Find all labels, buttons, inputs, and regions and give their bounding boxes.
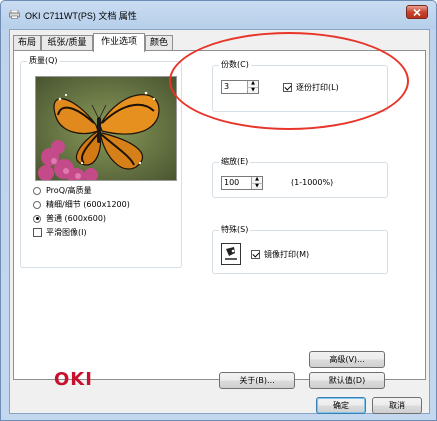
properties-dialog: OKI C711WT(PS) 文档 属性 布局 纸张/质量 作业选项 颜色 质量… bbox=[0, 0, 437, 421]
title-bar: OKI C711WT(PS) 文档 属性 bbox=[1, 1, 436, 29]
option-label: 普通 (600x600) bbox=[46, 214, 107, 223]
advanced-button[interactable]: 高级(V)... bbox=[309, 351, 385, 368]
tab-label: 纸张/质量 bbox=[47, 38, 87, 48]
smooth-image-checkbox[interactable] bbox=[33, 228, 42, 237]
quality-option-normal[interactable]: 普通 (600x600) bbox=[33, 213, 106, 224]
scale-range-label: (1-1000%) bbox=[291, 178, 334, 187]
close-icon bbox=[413, 8, 421, 16]
collate-checkbox-row[interactable]: 逐份打印(L) bbox=[283, 82, 339, 93]
ok-button[interactable]: 确定 bbox=[316, 397, 366, 414]
tab-label: 颜色 bbox=[149, 38, 168, 48]
collate-label: 逐份打印(L) bbox=[296, 83, 339, 92]
scale-group-title: 缩放(E) bbox=[219, 157, 251, 167]
oki-logo: OKI bbox=[54, 369, 93, 390]
radio-button[interactable] bbox=[33, 186, 41, 195]
radio-button-selected[interactable] bbox=[33, 214, 41, 223]
scale-stepper[interactable]: 100 ▲ ▼ bbox=[221, 176, 263, 190]
collate-checkbox[interactable] bbox=[283, 83, 292, 92]
tab-color[interactable]: 颜色 bbox=[145, 35, 173, 51]
quality-group-title: 质量(Q) bbox=[27, 56, 60, 66]
spin-down-icon[interactable]: ▼ bbox=[248, 86, 258, 93]
butterfly-image bbox=[36, 77, 176, 180]
scale-value[interactable]: 100 bbox=[222, 177, 251, 189]
smooth-image-label: 平滑图像(I) bbox=[46, 228, 87, 237]
tab-label: 作业选项 bbox=[100, 37, 137, 47]
tab-label: 布局 bbox=[17, 38, 36, 48]
special-group-title: 特殊(S) bbox=[219, 225, 251, 235]
defaults-button[interactable]: 默认值(D) bbox=[309, 372, 385, 389]
copies-group: 份数(C) 3 ▲ ▼ 逐份打印(L) bbox=[212, 60, 388, 112]
printer-icon bbox=[9, 10, 20, 19]
quality-preview-image bbox=[35, 76, 177, 181]
mirror-print-icon bbox=[221, 243, 241, 265]
mirror-print-checkbox-row[interactable]: 镜像打印(M) bbox=[251, 249, 309, 260]
dialog-client-area: 布局 纸张/质量 作业选项 颜色 质量(Q) ProQ/高质量 精细/细节 (6… bbox=[9, 29, 430, 414]
window-title: OKI C711WT(PS) 文档 属性 bbox=[25, 11, 137, 21]
mirror-print-label: 镜像打印(M) bbox=[264, 250, 310, 259]
copies-spin-buttons[interactable]: ▲ ▼ bbox=[247, 81, 258, 93]
radio-button[interactable] bbox=[33, 200, 41, 209]
quality-group: 质量(Q) ProQ/高质量 精细/细节 (600x1200) 普通 (600x… bbox=[20, 56, 182, 268]
option-label: 精细/细节 (600x1200) bbox=[46, 200, 130, 209]
job-options-page: 质量(Q) ProQ/高质量 精细/细节 (600x1200) 普通 (600x… bbox=[13, 50, 426, 390]
option-label: ProQ/高质量 bbox=[46, 186, 92, 195]
about-button[interactable]: 关于(B)... bbox=[219, 372, 295, 389]
tab-paper-quality[interactable]: 纸张/质量 bbox=[41, 35, 93, 51]
scale-group: 缩放(E) 100 ▲ ▼ (1-1000%) bbox=[212, 157, 388, 198]
copies-group-title: 份数(C) bbox=[219, 60, 251, 70]
special-group: 特殊(S) 镜像打印(M) bbox=[212, 225, 388, 274]
cancel-button[interactable]: 取消 bbox=[372, 397, 422, 414]
scale-spin-buttons[interactable]: ▲ ▼ bbox=[251, 177, 262, 189]
tab-job-options[interactable]: 作业选项 bbox=[93, 33, 145, 52]
quality-option-fine[interactable]: 精细/细节 (600x1200) bbox=[33, 199, 130, 210]
tab-layout[interactable]: 布局 bbox=[13, 35, 41, 51]
spin-down-icon[interactable]: ▼ bbox=[252, 182, 262, 189]
copies-value[interactable]: 3 bbox=[222, 81, 247, 93]
smooth-image-checkbox-row[interactable]: 平滑图像(I) bbox=[33, 227, 87, 238]
mirror-print-checkbox[interactable] bbox=[251, 250, 260, 259]
close-button[interactable] bbox=[406, 5, 428, 19]
copies-stepper[interactable]: 3 ▲ ▼ bbox=[221, 80, 259, 94]
quality-option-proq[interactable]: ProQ/高质量 bbox=[33, 185, 92, 196]
